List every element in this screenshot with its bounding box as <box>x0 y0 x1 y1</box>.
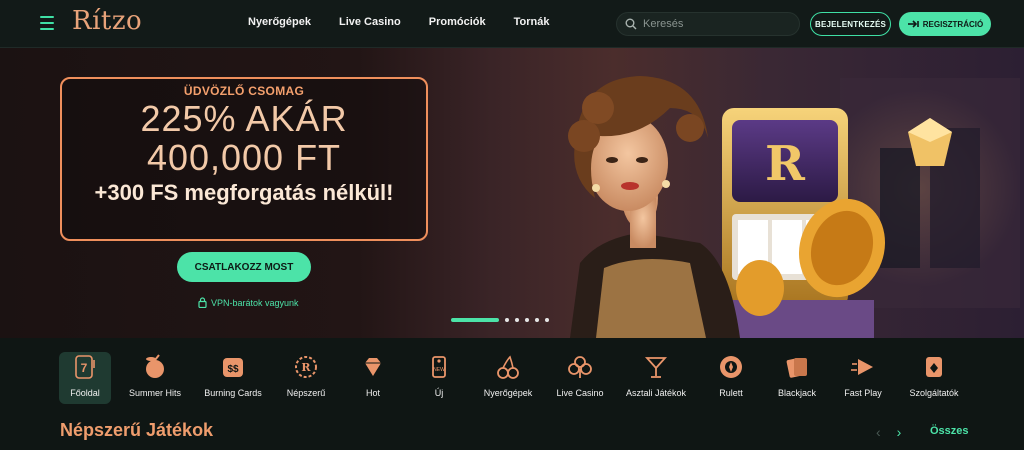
cards-icon <box>782 352 812 382</box>
category-table-games[interactable]: Asztali Játékok <box>618 352 694 398</box>
r-medal-icon: R <box>291 352 321 382</box>
category-roulette[interactable]: Rulett <box>693 352 769 398</box>
category-new[interactable]: NEW Új <box>401 352 477 398</box>
category-popular[interactable]: R Népszerű <box>268 352 344 398</box>
cocktail-glass-icon <box>641 352 671 382</box>
search-input[interactable] <box>643 18 783 30</box>
join-now-button[interactable]: CSATLAKOZZ MOST <box>177 252 311 282</box>
category-label: Summer Hits <box>128 388 181 398</box>
offer-kicker: ÜDVÖZLŐ CSOMAG <box>183 84 305 98</box>
view-all-link[interactable]: Összes <box>930 425 969 437</box>
search-icon <box>625 18 637 30</box>
category-label: Hot <box>365 388 380 398</box>
login-arrow-icon <box>907 20 919 28</box>
nav-item-live-casino[interactable]: Live Casino <box>339 16 401 28</box>
category-label: Live Casino <box>556 388 604 398</box>
category-label: Főoldal <box>70 388 100 398</box>
slider-dot[interactable] <box>535 318 539 322</box>
club-icon <box>565 352 595 382</box>
svg-text:R: R <box>765 136 806 192</box>
provider-card-icon <box>919 352 949 382</box>
fruit-cocktail-icon <box>140 352 170 382</box>
category-hot[interactable]: Hot <box>335 352 411 398</box>
welcome-offer-box: ÜDVÖZLŐ CSOMAG 225% AKÁR 400,000 FT +300… <box>60 77 428 241</box>
category-live-casino[interactable]: Live Casino <box>542 352 618 398</box>
slider-dots <box>451 318 549 322</box>
section-title: Népszerű Játékok <box>60 420 214 440</box>
nav-item-tournaments[interactable]: Tornák <box>514 16 550 28</box>
category-slots[interactable]: Nyerőgépek <box>470 352 546 398</box>
cherries-icon <box>493 352 523 382</box>
nav-item-slots[interactable]: Nyerőgépek <box>248 16 311 28</box>
category-label: Blackjack <box>777 388 816 398</box>
logo[interactable]: Rítzo <box>72 6 142 36</box>
category-label: Rulett <box>719 388 743 398</box>
category-label: Nyerőgépek <box>483 388 533 398</box>
slider-dot-active[interactable] <box>451 318 499 322</box>
chevron-left-icon[interactable]: ‹ <box>876 424 881 440</box>
lock-icon <box>198 297 207 308</box>
top-bar: Rítzo Nyerőgépek Live Casino Promóciók T… <box>0 0 1024 48</box>
vpn-note: VPN-barátok vagyunk <box>198 297 299 308</box>
svg-text:$$: $$ <box>227 364 239 375</box>
category-providers[interactable]: Szolgáltatók <box>896 352 972 398</box>
login-button[interactable]: BEJELENTKEZÉS <box>810 12 891 36</box>
category-home[interactable]: 7 Főoldal <box>47 352 123 404</box>
category-bar: 7 Főoldal Summer Hits $$ Burning Cards R… <box>0 338 1024 408</box>
category-label: Szolgáltatók <box>909 388 959 398</box>
category-burning-cards[interactable]: $$ Burning Cards <box>195 352 271 398</box>
offer-subline: +300 FS megforgatás nélkül! <box>94 180 394 205</box>
register-label: REGISZTRÁCIÓ <box>922 19 984 29</box>
slider-dot[interactable] <box>545 318 549 322</box>
category-label: Fast Play <box>844 388 882 398</box>
svg-text:NEW: NEW <box>433 367 445 373</box>
vpn-label: VPN-barátok vagyunk <box>211 297 299 308</box>
new-tag-icon: NEW <box>424 352 454 382</box>
category-summer-hits[interactable]: Summer Hits <box>117 352 193 398</box>
svg-text:7: 7 <box>81 361 88 375</box>
category-fast-play[interactable]: Fast Play <box>825 352 901 398</box>
category-label: Asztali Játékok <box>625 388 687 398</box>
offer-headline-1: 225% AKÁR <box>140 98 348 139</box>
category-blackjack[interactable]: Blackjack <box>759 352 835 398</box>
chevron-right-icon[interactable]: › <box>897 424 902 440</box>
nav-item-promotions[interactable]: Promóciók <box>429 16 486 28</box>
search-box[interactable] <box>616 12 800 36</box>
slot-seven-icon: 7 <box>70 352 100 382</box>
roulette-icon <box>716 352 746 382</box>
hero-banner[interactable]: R ÜDVÖZLŐ CSOMAG 225% AKÁR 400,000 FT +3… <box>0 48 1024 338</box>
svg-text:R: R <box>301 361 311 374</box>
slider-dot[interactable] <box>515 318 519 322</box>
slider-dot[interactable] <box>525 318 529 322</box>
main-nav: Nyerőgépek Live Casino Promóciók Tornák <box>248 16 549 28</box>
category-label: Burning Cards <box>204 388 262 398</box>
carousel-arrows: ‹ › <box>876 424 901 440</box>
fast-play-icon <box>848 352 878 382</box>
category-label: Új <box>434 388 444 398</box>
register-button[interactable]: REGISZTRÁCIÓ <box>899 12 991 36</box>
offer-headline-2: 400,000 FT <box>146 137 342 178</box>
diamond-icon <box>358 352 388 382</box>
menu-icon[interactable] <box>40 16 54 30</box>
slider-dot[interactable] <box>505 318 509 322</box>
category-label: Népszerű <box>286 388 326 398</box>
dollar-card-icon: $$ <box>218 352 248 382</box>
